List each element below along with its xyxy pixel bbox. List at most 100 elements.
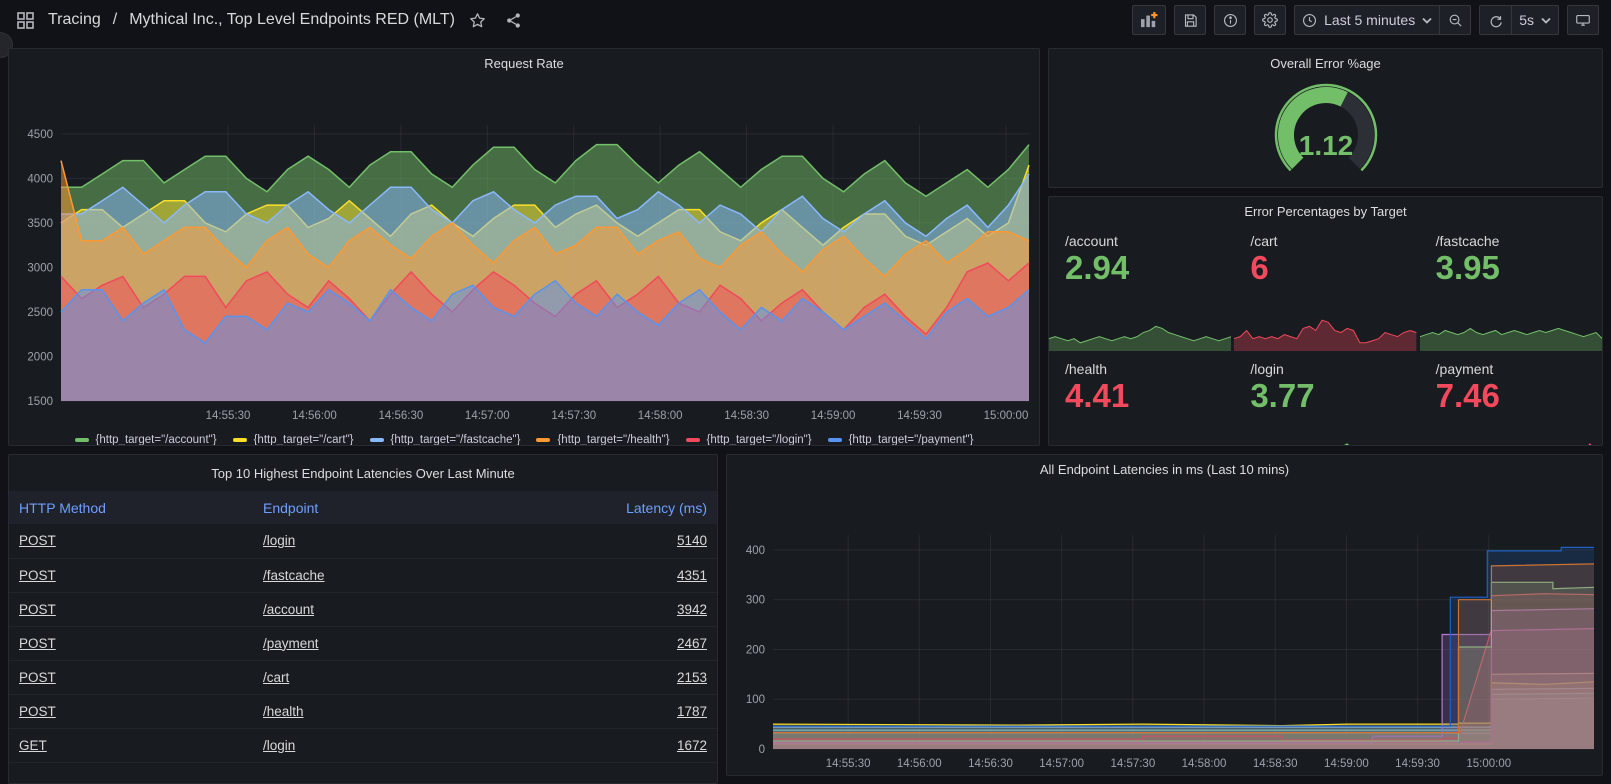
latency-link[interactable]: 1787: [677, 704, 707, 719]
zoom-out-time-button[interactable]: [1439, 5, 1471, 35]
latency-link[interactable]: 1672: [677, 738, 707, 753]
stat-value: 2.94: [1049, 249, 1231, 287]
request-rate-legend: {http_target="/account"} {http_target="/c…: [9, 428, 1039, 446]
latency-link[interactable]: 4351: [677, 568, 707, 583]
legend-item[interactable]: {http_target="/login"}: [686, 434, 812, 446]
breadcrumb-section[interactable]: Tracing: [48, 11, 101, 29]
endpoint-link[interactable]: /login: [263, 533, 295, 548]
stat-label: /cart: [1234, 225, 1416, 249]
method-link[interactable]: POST: [19, 704, 56, 719]
svg-text:100: 100: [746, 694, 765, 706]
dashboards-grid-icon[interactable]: [12, 7, 38, 33]
method-link[interactable]: POST: [19, 636, 56, 651]
share-icon[interactable]: [501, 7, 527, 33]
time-range-picker[interactable]: Last 5 minutes: [1294, 5, 1439, 35]
legend-item[interactable]: {http_target="/health"}: [536, 434, 669, 446]
legend-item[interactable]: {http_target="/payment"}: [828, 434, 974, 446]
svg-text:14:56:00: 14:56:00: [292, 410, 337, 422]
svg-text:14:58:30: 14:58:30: [724, 410, 769, 422]
all-latencies-chart[interactable]: 010020030040014:55:3014:56:0014:56:3014:…: [727, 483, 1602, 776]
svg-text:14:57:30: 14:57:30: [551, 410, 596, 422]
legend-item[interactable]: {http_target="/account"}: [75, 434, 217, 446]
legend-swatch: [75, 438, 89, 442]
svg-text:15:00:00: 15:00:00: [984, 410, 1029, 422]
svg-text:14:57:30: 14:57:30: [1110, 758, 1155, 770]
panel-latency-table: Top 10 Highest Endpoint Latencies Over L…: [8, 454, 718, 784]
save-dashboard-button[interactable]: [1174, 5, 1206, 35]
request-rate-chart[interactable]: 150020002500300035004000450014:55:3014:5…: [9, 77, 1039, 428]
stat-sparkline: [1234, 433, 1416, 446]
stat-value: 6: [1234, 249, 1416, 287]
svg-text:14:59:00: 14:59:00: [811, 410, 856, 422]
latency-table: HTTP Method Endpoint Latency (ms) POST /…: [9, 491, 717, 763]
panel-title[interactable]: Top 10 Highest Endpoint Latencies Over L…: [9, 455, 717, 491]
panel-overall-error: Overall Error %age 1.12: [1048, 48, 1603, 188]
endpoint-link[interactable]: /cart: [263, 670, 289, 685]
svg-text:2500: 2500: [27, 307, 53, 319]
time-range-label: Last 5 minutes: [1324, 12, 1415, 28]
legend-label: {http_target="/health"}: [557, 434, 669, 446]
table-row: POST /fastcache 4351: [9, 558, 717, 592]
endpoint-link[interactable]: /account: [263, 602, 314, 617]
top-navbar: Tracing / Mythical Inc., Top Level Endpo…: [0, 0, 1611, 40]
legend-item[interactable]: {http_target="/cart"}: [233, 434, 354, 446]
stat-value: 3.77: [1234, 377, 1416, 415]
panel-title[interactable]: Error Percentages by Target: [1049, 197, 1602, 225]
legend-item[interactable]: {http_target="/fastcache"}: [370, 434, 521, 446]
refresh-button[interactable]: [1479, 5, 1511, 35]
method-link[interactable]: POST: [19, 533, 56, 548]
stat-cell: /payment7.46: [1420, 353, 1602, 446]
dashboard-settings-button[interactable]: [1254, 5, 1286, 35]
stat-value: 4.41: [1049, 377, 1231, 415]
chevron-down-icon: [1541, 17, 1551, 24]
add-panel-button[interactable]: [1132, 5, 1166, 35]
latency-link[interactable]: 2467: [677, 636, 707, 651]
latency-link[interactable]: 3942: [677, 602, 707, 617]
svg-text:400: 400: [746, 545, 765, 557]
legend-swatch: [370, 438, 384, 442]
breadcrumb-dashboard-title[interactable]: Mythical Inc., Top Level Endpoints RED (…: [129, 11, 455, 29]
endpoint-link[interactable]: /login: [263, 738, 295, 753]
stat-sparkline: [1049, 307, 1231, 351]
method-link[interactable]: POST: [19, 670, 56, 685]
latency-link[interactable]: 5140: [677, 533, 707, 548]
panel-error-percentages: Error Percentages by Target /account2.94…: [1048, 196, 1603, 446]
endpoint-link[interactable]: /fastcache: [263, 568, 325, 583]
svg-text:14:59:30: 14:59:30: [897, 410, 942, 422]
legend-swatch: [536, 438, 550, 442]
method-link[interactable]: POST: [19, 568, 56, 583]
endpoint-link[interactable]: /health: [263, 704, 304, 719]
endpoint-link[interactable]: /payment: [263, 636, 319, 651]
method-link[interactable]: POST: [19, 602, 56, 617]
table-row: POST /cart 2153: [9, 660, 717, 694]
panel-title[interactable]: Overall Error %age: [1049, 49, 1602, 77]
column-header-latency[interactable]: Latency (ms): [494, 491, 717, 524]
svg-text:2000: 2000: [27, 351, 53, 363]
method-link[interactable]: GET: [19, 738, 47, 753]
svg-text:3000: 3000: [27, 262, 53, 274]
stat-label: /fastcache: [1420, 225, 1602, 249]
column-header-method[interactable]: HTTP Method: [9, 491, 253, 524]
gauge-value: 1.12: [1298, 130, 1353, 161]
svg-text:14:56:00: 14:56:00: [897, 758, 942, 770]
tv-mode-button[interactable]: [1567, 5, 1599, 35]
stat-label: /account: [1049, 225, 1231, 249]
stat-value: 7.46: [1420, 377, 1602, 415]
stat-sparkline: [1049, 433, 1231, 446]
latency-link[interactable]: 2153: [677, 670, 707, 685]
column-header-endpoint[interactable]: Endpoint: [253, 491, 494, 524]
stat-value: 3.95: [1420, 249, 1602, 287]
dashboard-insights-button[interactable]: [1214, 5, 1246, 35]
star-icon[interactable]: [465, 7, 491, 33]
svg-text:3500: 3500: [27, 218, 53, 230]
panel-title[interactable]: All Endpoint Latencies in ms (Last 10 mi…: [727, 455, 1602, 483]
svg-text:14:58:00: 14:58:00: [638, 410, 683, 422]
svg-text:14:58:30: 14:58:30: [1253, 758, 1298, 770]
panel-title[interactable]: Request Rate: [9, 49, 1039, 77]
table-row: POST /payment 2467: [9, 626, 717, 660]
table-row: GET /login 1672: [9, 728, 717, 762]
legend-label: {http_target="/login"}: [707, 434, 812, 446]
svg-text:14:59:00: 14:59:00: [1324, 758, 1369, 770]
refresh-interval-picker[interactable]: 5s: [1511, 5, 1559, 35]
error-stats-grid: /account2.94/cart6/fastcache3.95/health4…: [1049, 225, 1602, 446]
